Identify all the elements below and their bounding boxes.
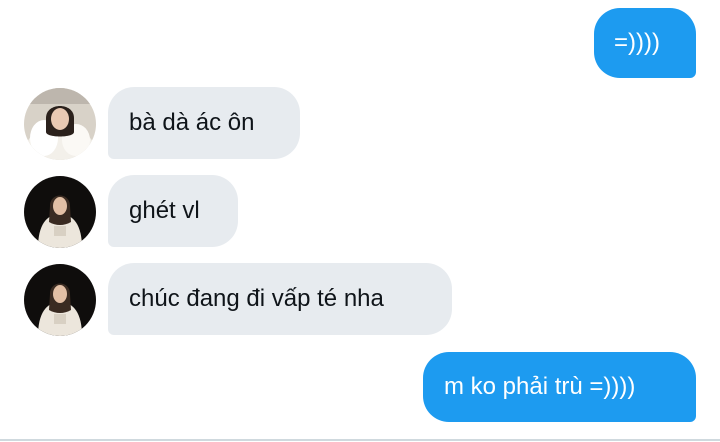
message-bubble-incoming[interactable]: ghét vl bbox=[108, 175, 238, 247]
message-bubble-outgoing[interactable]: =)))) bbox=[594, 8, 696, 78]
message-bubble-incoming[interactable]: chúc đang đi vấp té nha bbox=[108, 263, 452, 335]
message-text: chúc đang đi vấp té nha bbox=[129, 285, 384, 312]
contact-avatar[interactable] bbox=[24, 176, 96, 248]
avatar-photo-night-portrait bbox=[24, 176, 96, 248]
message-bubble-outgoing[interactable]: m ko phải trù =)))) bbox=[423, 352, 696, 422]
bottom-divider bbox=[0, 439, 720, 441]
conversation-thread: =)))) bà dà ác ôn ghét vl chúc đang đi v… bbox=[0, 0, 720, 442]
avatar-photo-white-fur bbox=[24, 88, 96, 160]
message-text: =)))) bbox=[614, 29, 660, 56]
message-text: m ko phải trù =)))) bbox=[444, 373, 636, 400]
avatar-photo-night-portrait bbox=[24, 264, 96, 336]
contact-avatar[interactable] bbox=[24, 264, 96, 336]
message-bubble-incoming[interactable]: bà dà ác ôn bbox=[108, 87, 300, 159]
contact-avatar[interactable] bbox=[24, 88, 96, 160]
message-text: ghét vl bbox=[129, 197, 200, 224]
message-text: bà dà ác ôn bbox=[129, 109, 255, 136]
